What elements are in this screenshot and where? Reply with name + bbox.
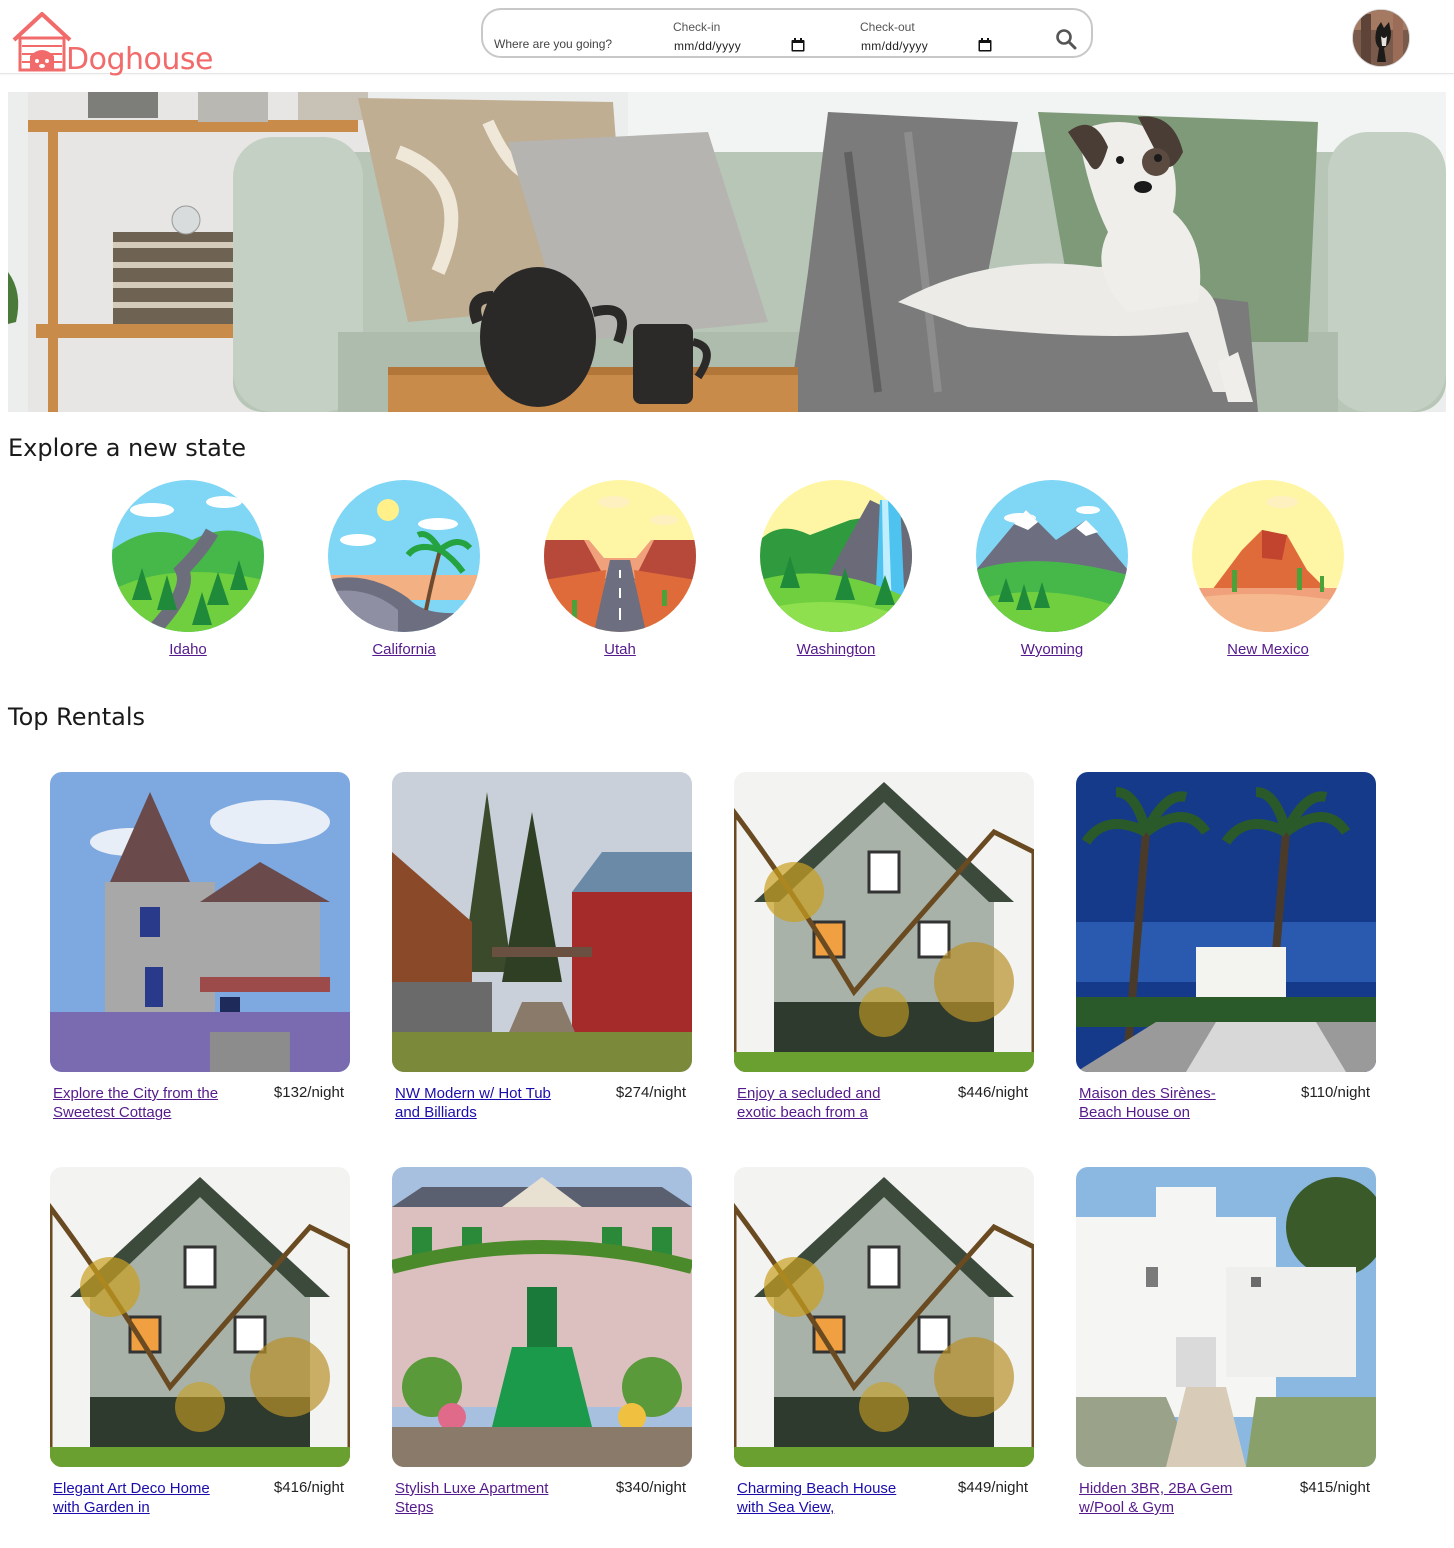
state-card-wyoming[interactable]: Wyoming	[974, 480, 1130, 660]
avatar-photo	[1353, 10, 1409, 66]
hero-banner	[8, 92, 1446, 412]
avatar[interactable]	[1352, 9, 1410, 67]
calendar-icon[interactable]	[791, 38, 805, 52]
checkin-input[interactable]: mm/dd/yyyy	[674, 39, 741, 53]
rental-card[interactable]: Explore the City from the Sweetest Cotta…	[50, 772, 350, 1124]
state-link-california[interactable]: California	[326, 641, 482, 658]
rental-title-link[interactable]: Stylish Luxe Apartment Steps	[395, 1479, 565, 1517]
wyoming-illustration	[976, 480, 1128, 632]
checkin-label: Check-in	[673, 20, 721, 34]
state-card-california[interactable]: California	[326, 480, 482, 660]
rental-title-link[interactable]: Explore the City from the Sweetest Cotta…	[53, 1084, 223, 1122]
rental-price: $274/night	[615, 1084, 686, 1101]
checkout-input[interactable]: mm/dd/yyyy	[861, 39, 928, 53]
rental-photo	[50, 772, 350, 1072]
rental-title-link[interactable]: Maison des Sirènes- Beach House on	[1079, 1084, 1249, 1122]
state-link-idaho[interactable]: Idaho	[110, 641, 266, 658]
rental-title-link[interactable]: Charming Beach House with Sea View,	[737, 1479, 907, 1517]
rental-title-link[interactable]: Hidden 3BR, 2BA Gem w/Pool & Gym	[1079, 1479, 1249, 1517]
state-list: Idaho California Utah Washington Wyoming…	[110, 480, 1350, 660]
hero-image	[8, 92, 1446, 412]
checkin-field[interactable]: Check-in mm/dd/yyyy	[673, 20, 833, 56]
california-illustration	[328, 480, 480, 632]
rental-card[interactable]: Enjoy a secluded and exotic beach from a…	[734, 772, 1034, 1124]
utah-illustration	[544, 480, 696, 632]
top-nav: Doghouse Where are you going? Check-in m…	[0, 0, 1454, 77]
states-heading: Explore a new state	[8, 434, 247, 462]
washington-illustration	[760, 480, 912, 632]
rental-price: $416/night	[273, 1479, 344, 1496]
state-card-utah[interactable]: Utah	[542, 480, 698, 660]
rental-price: $340/night	[615, 1479, 686, 1496]
rental-price: $132/night	[273, 1084, 344, 1101]
rental-photo	[1076, 1167, 1376, 1467]
rental-card[interactable]: Charming Beach House with Sea View, $449…	[734, 1167, 1034, 1519]
rental-price: $415/night	[1299, 1479, 1370, 1496]
rental-price: $110/night	[1301, 1084, 1370, 1101]
doghouse-logo-icon	[12, 12, 72, 72]
state-link-utah[interactable]: Utah	[542, 641, 698, 658]
rental-photo	[734, 772, 1034, 1072]
state-link-new-mexico[interactable]: New Mexico	[1190, 641, 1346, 658]
rental-price: $449/night	[957, 1479, 1028, 1496]
search-icon[interactable]	[1055, 28, 1077, 50]
rental-card[interactable]: Hidden 3BR, 2BA Gem w/Pool & Gym $415/ni…	[1076, 1167, 1376, 1519]
checkout-field[interactable]: Check-out mm/dd/yyyy	[860, 20, 1020, 56]
new-mexico-illustration	[1192, 480, 1344, 632]
state-card-new-mexico[interactable]: New Mexico	[1190, 480, 1346, 660]
rental-photo	[734, 1167, 1034, 1467]
rental-card[interactable]: Elegant Art Deco Home with Garden in $41…	[50, 1167, 350, 1519]
idaho-illustration	[112, 480, 264, 637]
state-link-washington[interactable]: Washington	[758, 641, 914, 658]
state-link-wyoming[interactable]: Wyoming	[974, 641, 1130, 658]
rental-card[interactable]: Maison des Sirènes- Beach House on $110/…	[1076, 772, 1376, 1124]
state-card-washington[interactable]: Washington	[758, 480, 914, 660]
rental-photo	[1076, 772, 1376, 1072]
search-bar: Where are you going? Check-in mm/dd/yyyy…	[481, 8, 1093, 58]
rental-price: $446/night	[957, 1084, 1028, 1101]
rental-title-link[interactable]: NW Modern w/ Hot Tub and Billiards	[395, 1084, 565, 1122]
rental-photo	[392, 772, 692, 1072]
logo-text: Doghouse	[66, 42, 213, 77]
destination-input[interactable]: Where are you going?	[494, 37, 612, 51]
rentals-heading: Top Rentals	[8, 703, 145, 731]
rental-photo	[50, 1167, 350, 1467]
calendar-icon[interactable]	[978, 38, 992, 52]
checkout-label: Check-out	[860, 20, 915, 34]
rental-title-link[interactable]: Elegant Art Deco Home with Garden in	[53, 1479, 223, 1517]
rental-photo	[392, 1167, 692, 1467]
rental-card[interactable]: Stylish Luxe Apartment Steps $340/night	[392, 1167, 692, 1519]
rental-title-link[interactable]: Enjoy a secluded and exotic beach from a	[737, 1084, 907, 1122]
state-card-idaho[interactable]: Idaho	[110, 480, 266, 660]
rental-card[interactable]: NW Modern w/ Hot Tub and Billiards $274/…	[392, 772, 692, 1124]
